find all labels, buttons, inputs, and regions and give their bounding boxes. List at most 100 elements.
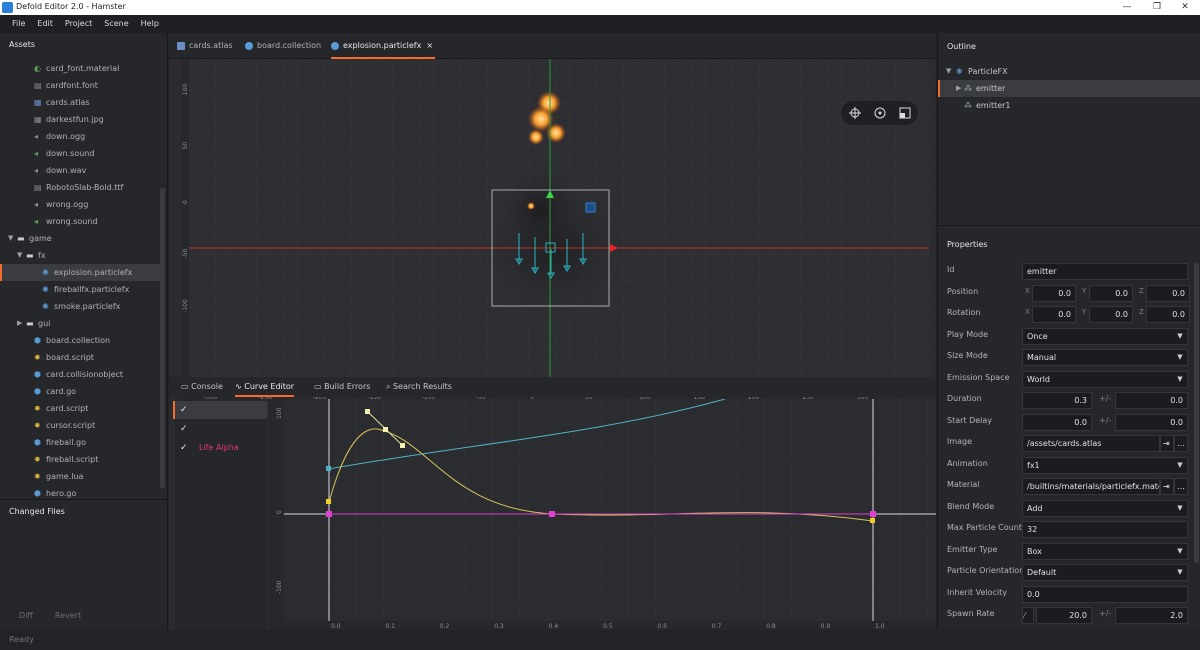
asset-item[interactable]: ▤ RobotoSlab-Bold.ttf — [0, 179, 160, 196]
chevron-down-icon[interactable]: ▼ — [17, 247, 22, 264]
prop-spawn-rate-spread-input[interactable]: 2.0 — [1115, 607, 1188, 624]
curve-row[interactable]: ✓ — [175, 420, 267, 438]
asset-item[interactable]: ✸ board.script — [0, 349, 160, 366]
chevron-right-icon[interactable]: ▶ — [17, 315, 22, 332]
curve-visible-checkbox[interactable]: ✓ — [180, 443, 190, 453]
prop-position-y-input[interactable]: 0.0 — [1089, 284, 1133, 302]
asset-item[interactable]: ✺ explosion.particlefx — [0, 264, 160, 281]
curve-point[interactable] — [326, 511, 332, 517]
curve-visible-checkbox[interactable]: ✓ — [180, 424, 190, 434]
browse-button[interactable]: … — [1174, 478, 1188, 495]
tab-console[interactable]: ▭ Console — [181, 377, 223, 397]
curve-graph[interactable]: 0.0 0.1 0.2 0.3 0.4 0.5 0.6 0.7 0.8 0.9 1.0 100 0 -10… — [269, 399, 936, 630]
curve-row[interactable]: ✓ — [173, 401, 267, 419]
asset-item[interactable]: ✺ smoke.particlefx — [0, 298, 160, 315]
asset-item[interactable]: ◂ down.ogg — [0, 128, 160, 145]
tab-close-icon[interactable]: × — [426, 41, 433, 50]
prop-duration-spread-input[interactable]: 0.0 — [1115, 392, 1188, 409]
curve-toggle-icon[interactable]: ⁄ — [1022, 607, 1034, 624]
minimize-button[interactable]: — — [1112, 0, 1142, 15]
prop-position-x-input[interactable]: 0.0 — [1032, 284, 1076, 302]
prop-blend-mode-select[interactable]: Add ▼ — [1022, 499, 1188, 517]
asset-item[interactable]: ◂ down.wav — [0, 162, 160, 179]
menu-edit[interactable]: Edit — [31, 15, 59, 33]
prop-start-delay-input[interactable]: 0.0 — [1022, 413, 1092, 431]
prop-id-input[interactable]: emitter — [1022, 263, 1188, 280]
prop-max-particle-count-input[interactable]: 32 — [1022, 521, 1188, 538]
prop-rotation-x-input[interactable]: 0.0 — [1032, 306, 1076, 323]
asset-item[interactable]: ✸ fireball.script — [0, 451, 160, 468]
curve-point[interactable] — [326, 499, 331, 504]
asset-item[interactable]: ▶ ▬ gui — [0, 315, 160, 332]
asset-item[interactable]: ✺ fireballfx.particlefx — [0, 281, 160, 298]
prop-particle-orientation-select[interactable]: Default ▼ — [1022, 564, 1188, 581]
prop-animation-select[interactable]: fx1 ▼ — [1022, 456, 1188, 474]
prop-duration-input[interactable]: 0.3 — [1022, 392, 1092, 409]
prop-play-mode-select[interactable]: Once ▼ — [1022, 327, 1188, 345]
asset-item[interactable]: ◂ wrong.sound — [0, 213, 160, 230]
curve-tangent-handle[interactable] — [400, 443, 405, 448]
curve-point[interactable] — [549, 511, 555, 517]
curve-point[interactable] — [870, 518, 875, 523]
asset-item[interactable]: ✸ game.lua — [0, 468, 160, 485]
prop-start-delay-spread-input[interactable]: 0.0 — [1115, 413, 1188, 431]
menu-file[interactable]: File — [6, 15, 31, 33]
asset-item[interactable]: ◂ down.sound — [0, 145, 160, 162]
prop-material-path-input[interactable]: /builtins/materials/particlefx.materia — [1022, 478, 1160, 495]
asset-item[interactable]: ▤ cardfont.font — [0, 77, 160, 94]
revert-button[interactable]: Revert — [50, 608, 86, 624]
browse-button[interactable]: … — [1174, 435, 1188, 452]
outline-item-emitter[interactable]: ▶ ⁂ emitter — [938, 80, 1200, 97]
asset-item[interactable]: ▼ ▬ game — [0, 230, 160, 247]
curve-row-life-alpha[interactable]: ✓ Life Alpha — [175, 439, 267, 457]
outline-item-particlefx[interactable]: ▼ ❋ ParticleFX — [938, 63, 1200, 80]
menu-project[interactable]: Project — [59, 15, 98, 33]
curve-tangent-handle[interactable] — [365, 409, 370, 414]
asset-item[interactable]: ▼ ▬ fx — [0, 247, 160, 264]
maximize-button[interactable]: ❐ — [1142, 0, 1172, 15]
tab-board-collection[interactable]: board.collection — [245, 33, 321, 59]
goto-resource-icon[interactable]: ⇥ — [1160, 435, 1174, 452]
prop-emission-space-select[interactable]: World ▼ — [1022, 370, 1188, 388]
asset-item[interactable]: ⬢ card.go — [0, 383, 160, 400]
asset-item[interactable]: ⬢ hero.go — [0, 485, 160, 500]
curve-visible-checkbox[interactable]: ✓ — [180, 405, 190, 415]
prop-position-z-input[interactable]: 0.0 — [1146, 284, 1190, 302]
tab-search-results[interactable]: ⌕ Search Results — [386, 377, 452, 397]
diff-button[interactable]: Diff — [8, 608, 44, 624]
prop-inherit-velocity-input[interactable]: 0.0 — [1022, 585, 1188, 603]
curve-point[interactable] — [870, 511, 876, 517]
assets-scrollbar[interactable] — [160, 188, 165, 488]
tab-explosion-particlefx[interactable]: explosion.particlefx × — [331, 33, 436, 59]
properties-scrollbar[interactable] — [1194, 263, 1199, 563]
goto-resource-icon[interactable]: ⇥ — [1160, 478, 1174, 495]
move-xy-handle[interactable] — [585, 202, 596, 213]
prop-size-mode-select[interactable]: Manual ▼ — [1022, 349, 1188, 366]
menu-help[interactable]: Help — [135, 15, 165, 33]
prop-rotation-y-input[interactable]: 0.0 — [1089, 306, 1133, 323]
asset-item[interactable]: ✸ cursor.script — [0, 417, 160, 434]
asset-item[interactable]: ✸ card.script — [0, 400, 160, 417]
outline-item-emitter1[interactable]: ⁂ emitter1 — [938, 97, 1200, 114]
prop-emitter-type-select[interactable]: Box ▼ — [1022, 542, 1188, 560]
asset-item[interactable]: ◐ card_font.material — [0, 60, 160, 77]
tab-build-errors[interactable]: ▭ Build Errors — [314, 377, 370, 397]
asset-item[interactable]: ▦ darkestfun.jpg — [0, 111, 160, 128]
close-window-button[interactable]: ✕ — [1170, 0, 1200, 15]
asset-item[interactable]: ⬢ fireball.go — [0, 434, 160, 451]
menu-scene[interactable]: Scene — [98, 15, 134, 33]
tab-cards-atlas[interactable]: cards.atlas — [177, 33, 233, 59]
asset-item[interactable]: ◂ wrong.ogg — [0, 196, 160, 213]
curve-point[interactable] — [326, 466, 331, 471]
chevron-down-icon[interactable]: ▼ — [8, 230, 13, 247]
tab-curve-editor[interactable]: ∿ Curve Editor — [235, 377, 295, 397]
prop-spawn-rate-input[interactable]: 20.0 — [1036, 607, 1092, 624]
asset-item[interactable]: ⬢ board.collection — [0, 332, 160, 349]
curve-point[interactable] — [383, 427, 388, 432]
asset-item[interactable]: ▦ cards.atlas — [0, 94, 160, 111]
scene-viewport[interactable]: -300 -250 -200 -150 -100 -50 0 50 100 150 200 250 30… — [181, 59, 929, 401]
prop-rotation-z-input[interactable]: 0.0 — [1146, 306, 1190, 323]
scene-canvas[interactable]: -300 -250 -200 -150 -100 -50 0 50 100 150 200 250 30… — [181, 59, 929, 401]
prop-image-path-input[interactable]: /assets/cards.atlas — [1022, 435, 1160, 452]
asset-item[interactable]: ⬢ card.collisionobject — [0, 366, 160, 383]
